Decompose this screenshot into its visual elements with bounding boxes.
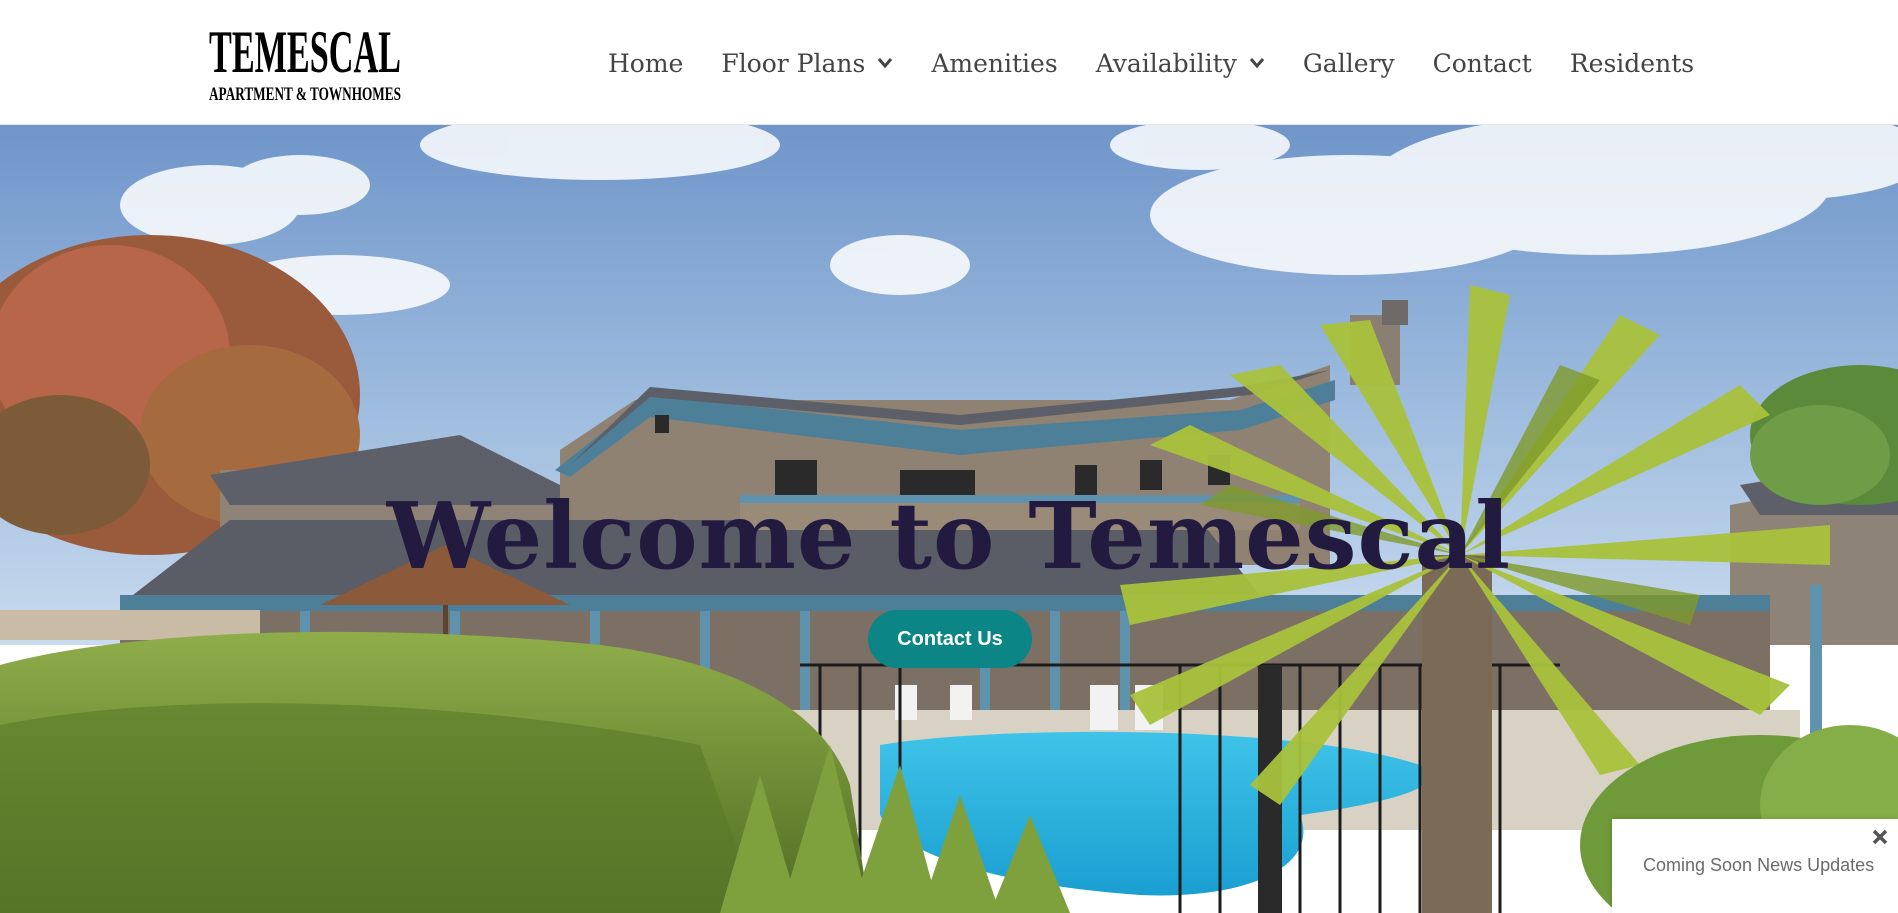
nav-item-label: Residents [1569, 48, 1695, 78]
news-popup: Coming Soon News Updates [1612, 819, 1898, 913]
nav-item-label: Floor Plans [721, 48, 866, 78]
nav-item-label: Gallery [1302, 48, 1395, 78]
nav-item-label: Amenities [931, 48, 1058, 78]
nav-item-contact[interactable]: Contact [1433, 49, 1532, 78]
site-header: TEMESCAL APARTMENT & TOWNHOMES Home Floo… [0, 0, 1898, 125]
hero-banner: Welcome to Temescal Contact Us [0, 125, 1898, 913]
nav-item-label: Home [608, 48, 684, 78]
news-popup-text[interactable]: Coming Soon News Updates [1643, 855, 1874, 876]
nav-item-availability[interactable]: Availability [1096, 49, 1265, 78]
main-nav: Home Floor Plans Amenities Availability … [608, 44, 1694, 82]
close-icon[interactable] [1870, 827, 1890, 847]
nav-item-home[interactable]: Home [608, 49, 683, 78]
nav-item-gallery[interactable]: Gallery [1303, 49, 1395, 78]
chevron-down-icon [877, 57, 893, 69]
logo-subtitle: APARTMENT & TOWNHOMES [209, 84, 401, 105]
nav-item-label: Contact [1432, 48, 1532, 78]
chevron-down-icon [1249, 57, 1265, 69]
logo-title: TEMESCAL [209, 20, 401, 85]
logo-mark: TEMESCAL APARTMENT & TOWNHOMES [209, 20, 401, 105]
site-logo[interactable]: TEMESCAL APARTMENT & TOWNHOMES [207, 20, 403, 105]
nav-item-floor-plans[interactable]: Floor Plans [721, 49, 893, 78]
nav-item-amenities[interactable]: Amenities [931, 49, 1057, 78]
nav-item-label: Availability [1095, 48, 1237, 78]
contact-us-button[interactable]: Contact Us [868, 610, 1032, 668]
hero-title: Welcome to Temescal [386, 482, 1512, 590]
nav-item-residents[interactable]: Residents [1570, 49, 1694, 78]
